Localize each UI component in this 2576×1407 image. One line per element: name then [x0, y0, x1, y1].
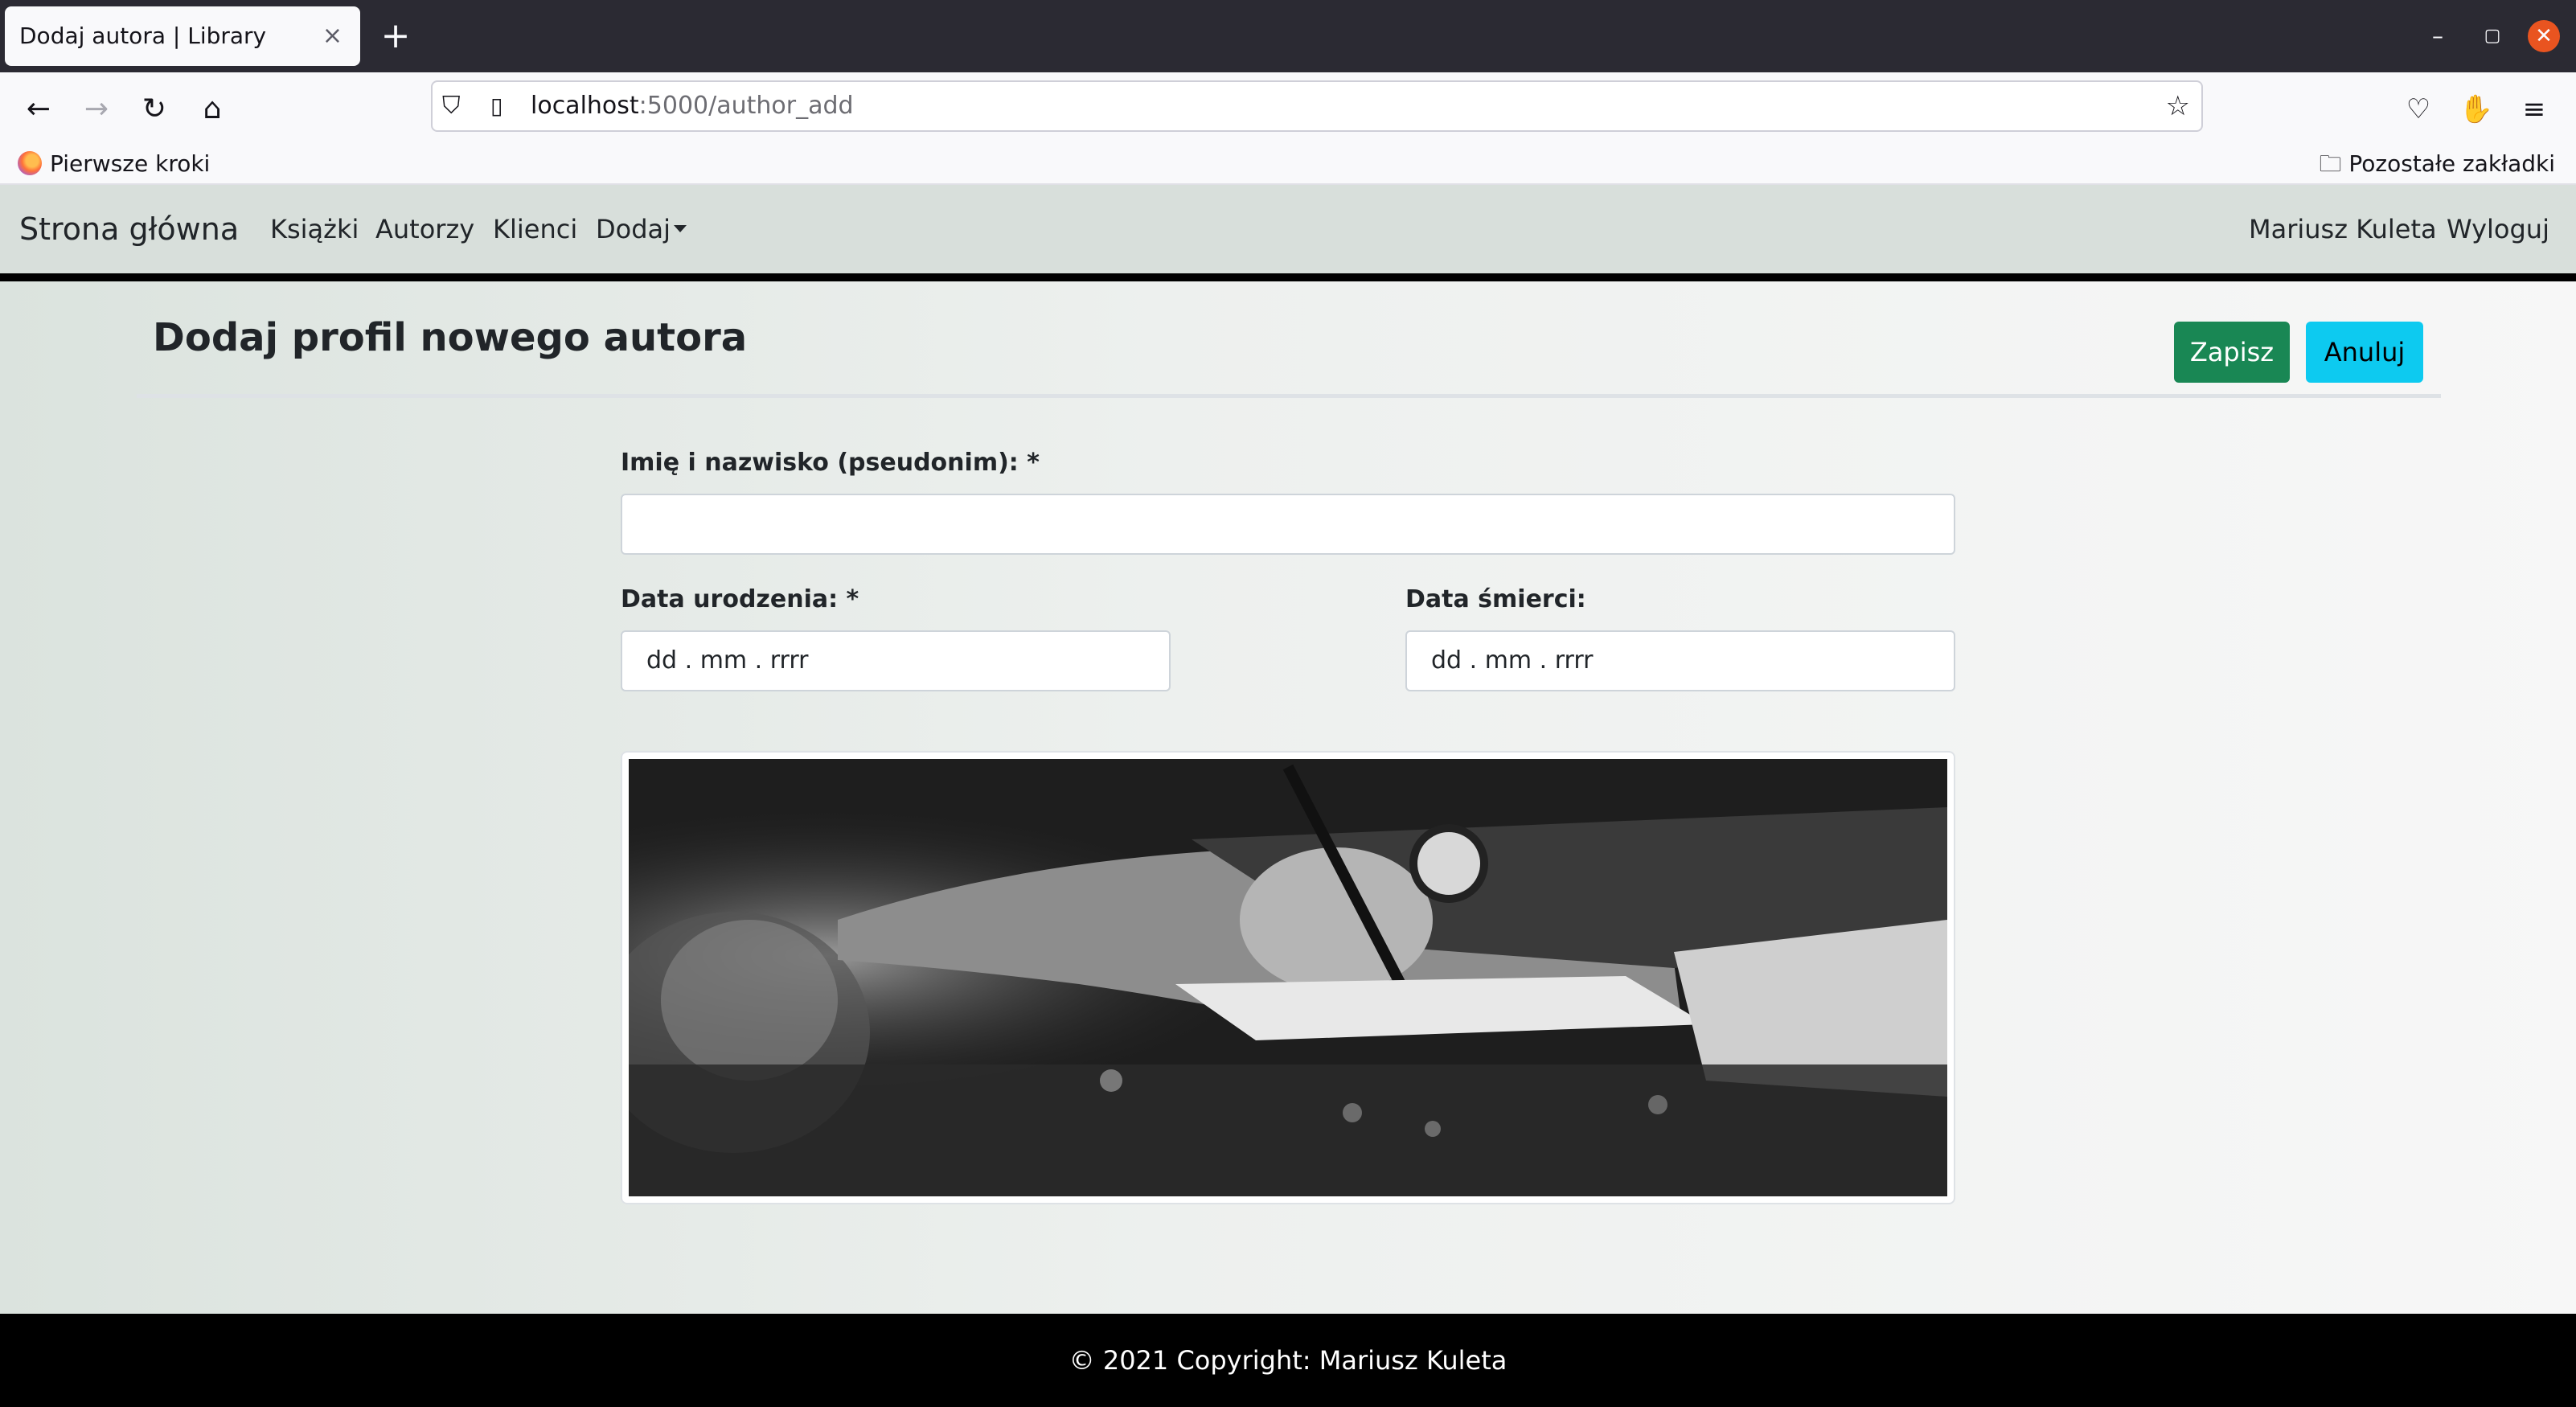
- site-brand[interactable]: Strona główna: [19, 185, 239, 273]
- url-bar[interactable]: ⛉ ▯ localhost:5000/author_add ☆: [431, 80, 2203, 132]
- site-navbar: Strona główna Książki Autorzy Klienci Do…: [0, 185, 2576, 273]
- firefox-icon: [18, 151, 42, 175]
- death-date-label: Data śmierci:: [1405, 585, 1586, 613]
- name-input[interactable]: [621, 494, 1955, 555]
- back-icon[interactable]: ←: [16, 87, 61, 132]
- browser-tab-bar: Dodaj autora | Library × + – ▢ ✕: [0, 0, 2576, 72]
- caret-down-icon: [674, 224, 687, 232]
- extension-icon[interactable]: ✋: [2454, 87, 2499, 132]
- url-host: localhost: [531, 92, 639, 120]
- url-text[interactable]: localhost:5000/author_add: [531, 82, 854, 130]
- bookmark-star-icon[interactable]: ☆: [2166, 82, 2190, 130]
- bookmark-first-steps[interactable]: Pierwsze kroki: [18, 146, 210, 182]
- tab-title: Dodaj autora | Library: [19, 23, 267, 49]
- main-content: Dodaj profil nowego autora Zapisz Anuluj…: [0, 281, 2576, 1314]
- tab-close-icon[interactable]: ×: [322, 6, 343, 66]
- new-tab-button[interactable]: +: [378, 14, 413, 58]
- browser-toolbar: ← → ↻ ⌂ ⛉ ▯ localhost:5000/author_add ☆ …: [0, 72, 2576, 146]
- reload-icon[interactable]: ↻: [132, 87, 177, 132]
- bookmark-first-steps-label: Pierwsze kroki: [50, 150, 211, 177]
- window-maximize-button[interactable]: ▢: [2475, 18, 2510, 55]
- forward-icon[interactable]: →: [74, 87, 119, 132]
- navbar-border: [0, 273, 2576, 281]
- page-title: Dodaj profil nowego autora: [153, 315, 748, 360]
- nav-dropdown-add[interactable]: Dodaj: [596, 185, 687, 273]
- bookmark-other-label: Pozostałe zakładki: [2348, 150, 2555, 177]
- nav-link-books[interactable]: Książki: [270, 185, 359, 273]
- name-label: Imię i nazwisko (pseudonim): *: [621, 449, 1040, 477]
- pocket-icon[interactable]: ♡: [2396, 87, 2441, 132]
- window-minimize-button[interactable]: –: [2420, 18, 2455, 55]
- nav-logout[interactable]: Wyloguj: [2447, 185, 2549, 273]
- death-date-input[interactable]: dd . mm . rrrr: [1405, 630, 1955, 691]
- nav-dropdown-add-label: Dodaj: [596, 214, 671, 244]
- tracking-shield-icon[interactable]: ⛉: [442, 82, 461, 130]
- photo-illustration: [629, 759, 1947, 1196]
- menu-icon[interactable]: ≡: [2512, 87, 2557, 132]
- nav-user[interactable]: Mariusz Kuleta: [2249, 185, 2437, 273]
- folder-icon: 🗀: [2319, 150, 2349, 177]
- home-icon[interactable]: ⌂: [190, 87, 235, 132]
- footer-copyright: © 2021 Copyright: Mariusz Kuleta: [1069, 1345, 1507, 1376]
- cancel-button[interactable]: Anuluj: [2306, 322, 2423, 383]
- url-path: :5000/author_add: [638, 92, 854, 120]
- birth-date-input[interactable]: dd . mm . rrrr: [621, 630, 1171, 691]
- save-button[interactable]: Zapisz: [2174, 322, 2290, 383]
- browser-tab[interactable]: Dodaj autora | Library ×: [5, 6, 360, 66]
- nav-link-clients[interactable]: Klienci: [493, 185, 577, 273]
- bookmark-other[interactable]: 🗀 Pozostałe zakładki: [2319, 146, 2555, 182]
- bookmarks-bar: Pierwsze kroki 🗀 Pozostałe zakładki: [0, 146, 2576, 185]
- nav-link-authors[interactable]: Autorzy: [375, 185, 474, 273]
- birth-date-label: Data urodzenia: *: [621, 585, 859, 613]
- title-divider: [137, 394, 2441, 398]
- footer: © 2021 Copyright: Mariusz Kuleta: [0, 1314, 2576, 1407]
- page-info-icon[interactable]: ▯: [490, 82, 502, 130]
- author-image-frame: [621, 751, 1955, 1204]
- writing-hand-photo: [629, 759, 1947, 1196]
- window-close-button[interactable]: ✕: [2528, 20, 2560, 52]
